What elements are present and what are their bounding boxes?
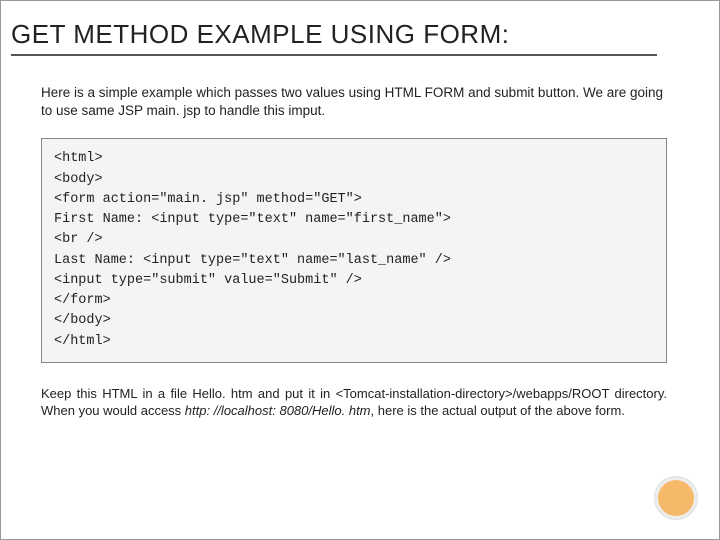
code-line: Last Name: <input type="text" name="last… bbox=[54, 253, 451, 268]
code-line: <br /> bbox=[54, 232, 103, 247]
footnote-url: http: //localhost: 8080/Hello. htm bbox=[185, 403, 371, 418]
code-line: </html> bbox=[54, 334, 111, 349]
code-line: <form action="main. jsp" method="GET"> bbox=[54, 192, 362, 207]
code-line: </body> bbox=[54, 313, 111, 328]
slide: GET METHOD EXAMPLE USING FORM: Here is a… bbox=[0, 0, 720, 540]
code-line: </form> bbox=[54, 293, 111, 308]
code-block: <html> <body> <form action="main. jsp" m… bbox=[41, 138, 667, 363]
footnote-paragraph: Keep this HTML in a file Hello. htm and … bbox=[41, 385, 667, 420]
code-line: <body> bbox=[54, 172, 103, 187]
slide-title: GET METHOD EXAMPLE USING FORM: bbox=[11, 19, 657, 56]
intro-paragraph: Here is a simple example which passes tw… bbox=[41, 84, 667, 120]
footnote-text-post: , here is the actual output of the above… bbox=[371, 403, 625, 418]
decorative-circle-icon bbox=[655, 477, 697, 519]
code-line: <html> bbox=[54, 151, 103, 166]
code-line: <input type="submit" value="Submit" /> bbox=[54, 273, 362, 288]
code-line: First Name: <input type="text" name="fir… bbox=[54, 212, 451, 227]
